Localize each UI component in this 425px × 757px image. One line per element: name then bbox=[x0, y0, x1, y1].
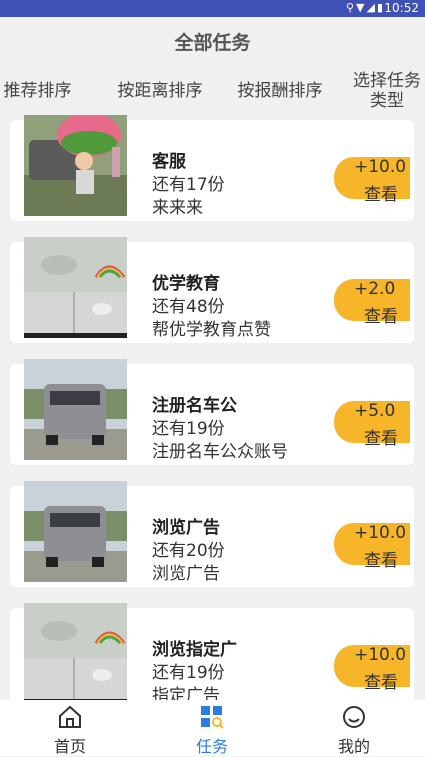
task-remaining: 还有20份 bbox=[152, 541, 225, 561]
page-title: 全部任务 bbox=[174, 32, 251, 54]
tab-task-label: 任务 bbox=[195, 737, 228, 756]
tab-me-label: 我的 bbox=[337, 737, 370, 756]
task-reward-button[interactable]: +10.0 查看 bbox=[334, 645, 410, 693]
sort-bar: 推荐排序 按距离排序 按报酬排序 选择任务类型 bbox=[0, 67, 425, 115]
choose-task-type-button[interactable]: 选择任务类型 bbox=[345, 67, 425, 115]
tab-task[interactable]: 任务 bbox=[172, 700, 252, 756]
reward-amount: +10.0 bbox=[354, 645, 407, 665]
task-list: 客服 还有17份 来来来 +10.0 查看 优学教育 还有48份 帮优学教育点赞 bbox=[0, 115, 425, 700]
sort-recommend-button[interactable]: 推荐排序 bbox=[0, 67, 75, 115]
task-remaining: 还有17份 bbox=[152, 175, 225, 195]
task-thumbnail bbox=[24, 237, 127, 338]
task-description: 帮优学教育点赞 bbox=[152, 320, 271, 340]
task-title: 客服 bbox=[152, 152, 186, 172]
task-reward-button[interactable]: +2.0 查看 bbox=[334, 279, 410, 327]
task-remaining: 还有19份 bbox=[152, 663, 225, 683]
task-card[interactable]: 浏览指定广 还有19份 指定广告 +10.0 查看 bbox=[10, 603, 414, 700]
tab-home[interactable]: 首页 bbox=[30, 700, 110, 756]
task-description: 浏览广告 bbox=[152, 564, 220, 584]
task-remaining: 还有48份 bbox=[152, 297, 225, 317]
task-card[interactable]: 浏览广告 还有20份 浏览广告 +10.0 查看 bbox=[10, 481, 414, 587]
task-card[interactable]: 优学教育 还有48份 帮优学教育点赞 +2.0 查看 bbox=[10, 237, 414, 343]
reward-amount: +10.0 bbox=[354, 157, 407, 177]
task-icon bbox=[201, 706, 224, 729]
view-label: 查看 bbox=[364, 429, 398, 449]
status-time: 10:52 bbox=[384, 1, 419, 15]
task-thumbnail bbox=[24, 603, 127, 700]
task-reward-button[interactable]: +5.0 查看 bbox=[334, 401, 410, 449]
task-thumbnail bbox=[24, 115, 127, 216]
smiley-icon bbox=[343, 706, 365, 728]
task-description: 注册名车公众账号 bbox=[152, 442, 288, 462]
task-title: 注册名车公 bbox=[152, 396, 237, 416]
bottom-nav: 首页 任务 我的 bbox=[0, 700, 425, 756]
status-icons: ⚲▼◢▮ bbox=[345, 1, 385, 14]
task-card[interactable]: 注册名车公 还有19份 注册名车公众账号 +5.0 查看 bbox=[10, 359, 414, 465]
reward-amount: +10.0 bbox=[354, 523, 407, 543]
view-label: 查看 bbox=[364, 307, 398, 327]
tab-home-label: 首页 bbox=[53, 737, 86, 756]
task-reward-button[interactable]: +10.0 查看 bbox=[334, 523, 410, 571]
reward-amount: +5.0 bbox=[354, 401, 396, 421]
view-label: 查看 bbox=[364, 185, 398, 205]
task-title: 浏览指定广 bbox=[152, 640, 237, 660]
view-label: 查看 bbox=[364, 551, 398, 571]
task-title: 浏览广告 bbox=[152, 518, 220, 538]
task-title: 优学教育 bbox=[152, 274, 220, 294]
task-reward-button[interactable]: +10.0 查看 bbox=[334, 157, 410, 205]
tab-me[interactable]: 我的 bbox=[314, 700, 394, 756]
task-remaining: 还有19份 bbox=[152, 419, 225, 439]
task-description: 来来来 bbox=[152, 198, 203, 218]
task-thumbnail bbox=[24, 481, 127, 582]
sort-distance-button[interactable]: 按距离排序 bbox=[108, 67, 212, 115]
status-bar: ⚲▼◢▮ 10:52 bbox=[0, 0, 425, 17]
reward-amount: +2.0 bbox=[354, 279, 396, 299]
home-icon bbox=[59, 705, 81, 728]
task-description: 指定广告 bbox=[152, 686, 220, 700]
task-thumbnail bbox=[24, 359, 127, 460]
task-card[interactable]: 客服 还有17份 来来来 +10.0 查看 bbox=[10, 115, 414, 221]
view-label: 查看 bbox=[364, 673, 398, 693]
sort-reward-button[interactable]: 按报酬排序 bbox=[228, 67, 332, 115]
